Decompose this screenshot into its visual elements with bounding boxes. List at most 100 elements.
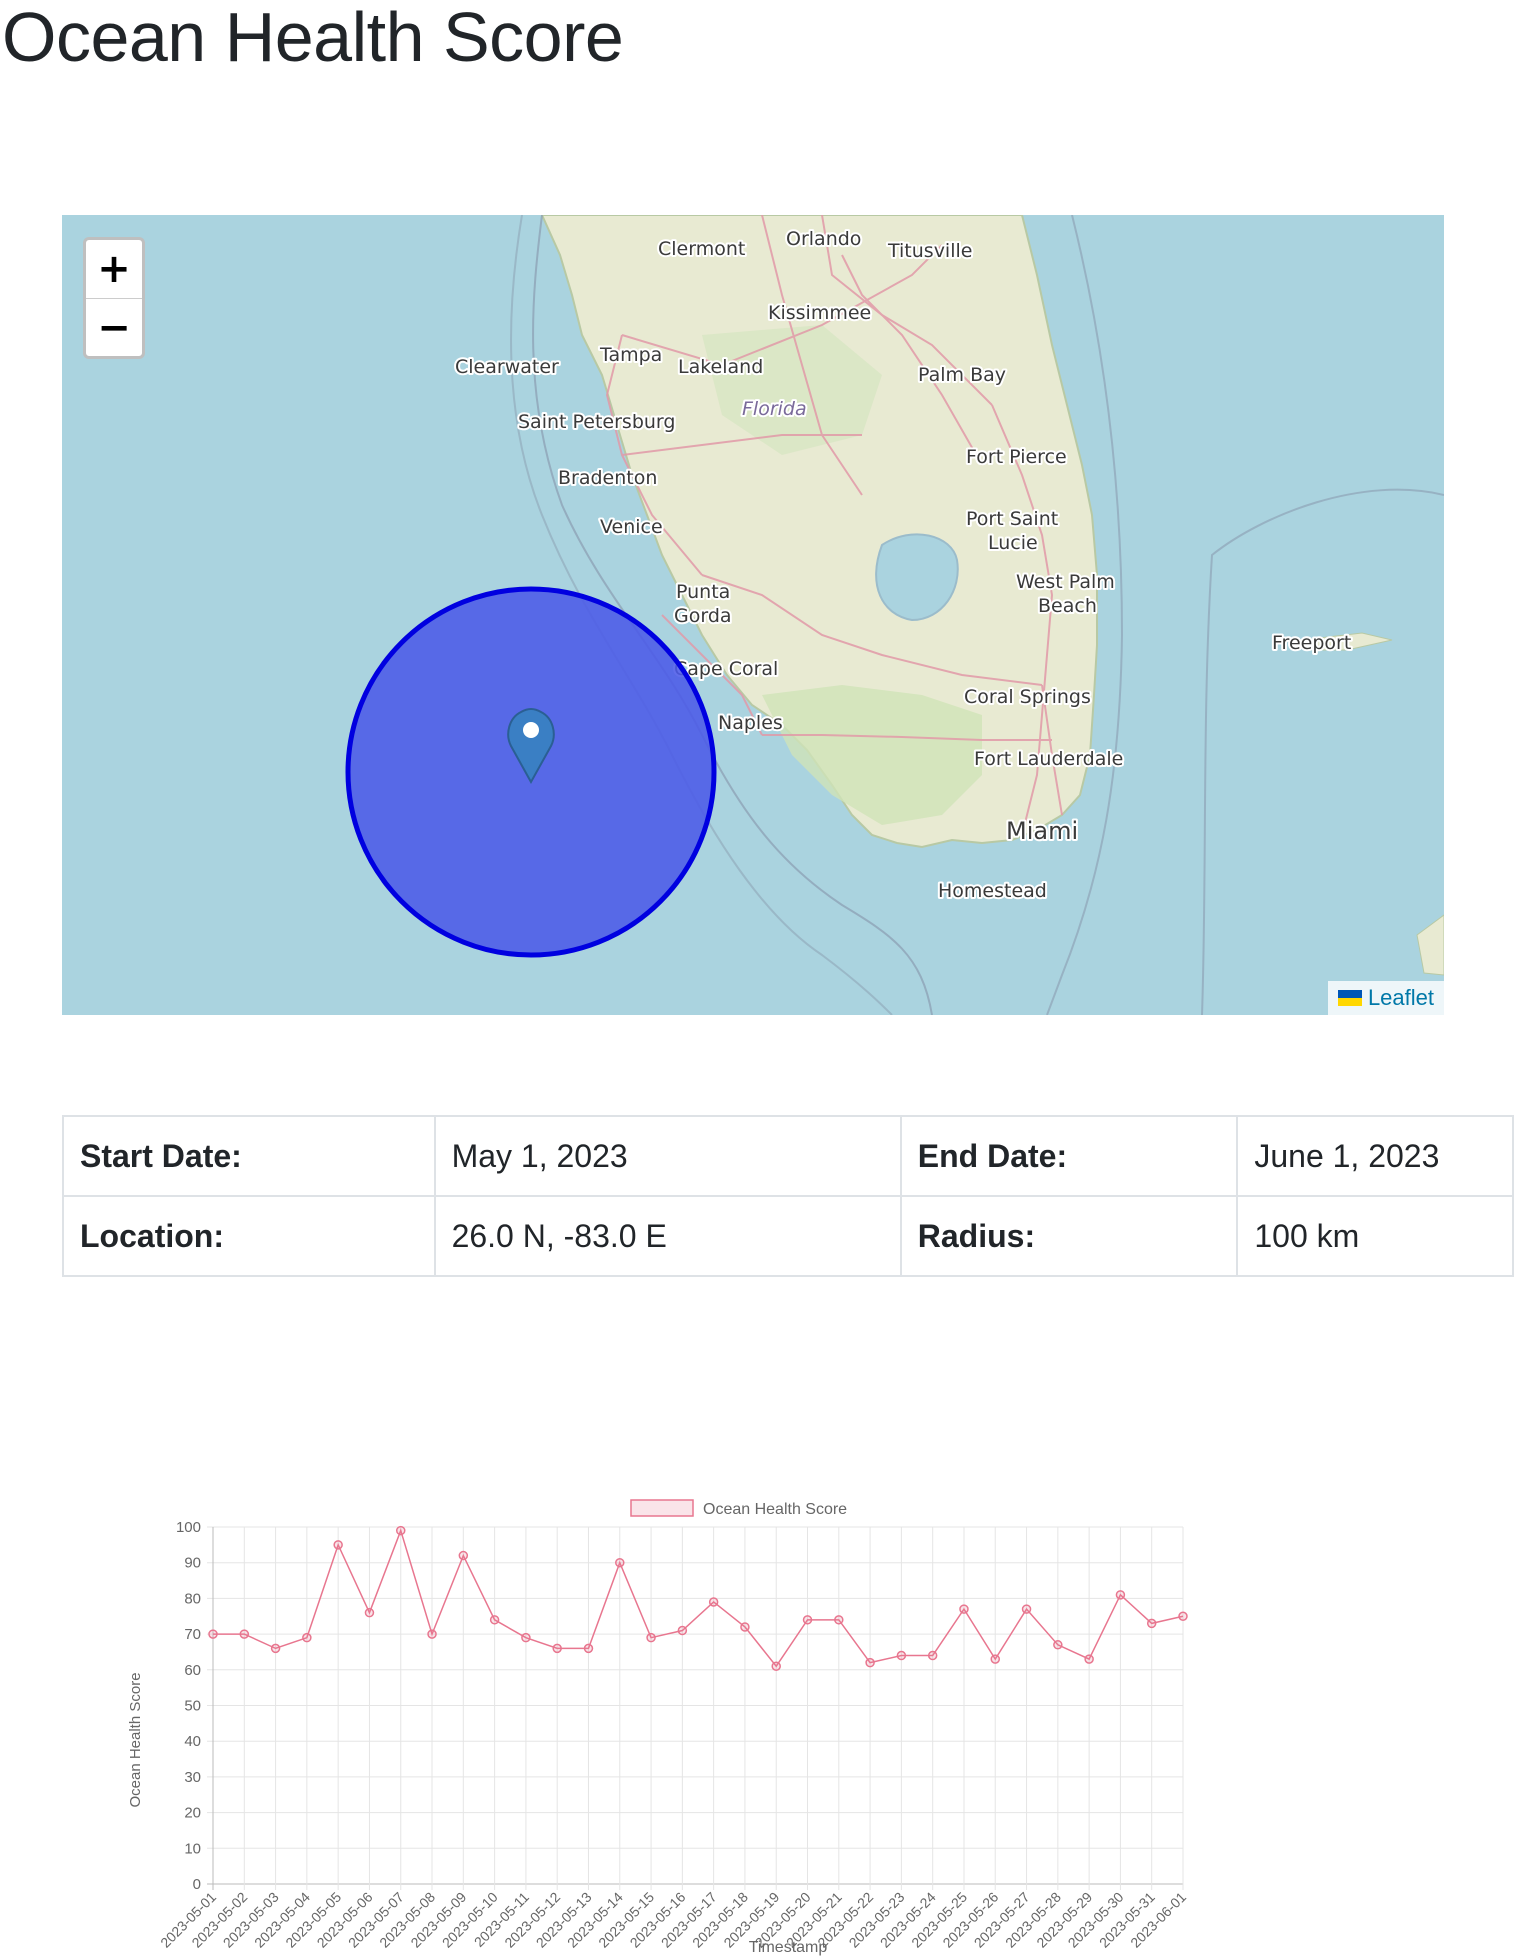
label-beach: Beach [1038,595,1097,617]
ocean-health-chart: 0 10 20 30 40 50 60 70 80 90 100 2023-05-012023-05… [127,1499,1189,1956]
data-point[interactable] [1178,1611,1188,1621]
data-point[interactable] [270,1643,281,1654]
data-point[interactable] [834,1615,844,1625]
label-punta: Punta [676,581,730,603]
start-date-label: Start Date: [62,1115,436,1197]
table-row: Start Date: May 1, 2023 End Date: June 1… [62,1115,1514,1197]
page-title: Ocean Health Score [2,0,624,76]
label-florida: Florida [742,398,807,420]
table-row: Location: 26.0 N, -83.0 E Radius: 100 km [62,1195,1514,1277]
y-axis-label: Ocean Health Score [127,1672,144,1807]
map-tiles[interactable]: Orlando Clermont Titusville Kissimmee Ta… [62,215,1444,1015]
data-point[interactable] [677,1625,688,1636]
data-point[interactable] [458,1550,469,1561]
label-clermont: Clermont [658,238,745,260]
data-point[interactable] [208,1629,218,1639]
map-attribution: Leaflet [1327,981,1444,1015]
label-freeport: Freeport [1272,632,1351,654]
data-point[interactable] [708,1597,719,1607]
data-point[interactable] [395,1525,406,1536]
label-venice: Venice [600,516,663,538]
y-tick-label: 60 [184,1662,201,1679]
data-point[interactable] [740,1622,750,1632]
radius-value: 100 km [1236,1195,1514,1277]
label-saint-petersburg: Saint Petersburg [518,411,675,433]
data-point[interactable] [771,1661,781,1671]
chart-grid [207,1526,1184,1890]
label-homestead: Homestead [938,880,1047,902]
label-lakeland: Lakeland [678,356,763,378]
info-table: Start Date: May 1, 2023 End Date: June 1… [62,1115,1514,1277]
zoom-out-button[interactable]: − [86,299,142,357]
label-fort-lauderdale: Fort Lauderdale [974,748,1123,770]
location-value: 26.0 N, -83.0 E [433,1195,902,1277]
data-point[interactable] [302,1632,312,1643]
everglades-area [762,685,982,825]
y-axis-ticks: 0 10 20 30 40 50 60 70 80 90 100 [176,1519,201,1893]
label-clearwater: Clearwater [455,356,559,378]
label-palm-bay: Palm Bay [918,364,1006,386]
data-point[interactable] [364,1607,375,1618]
data-point[interactable] [239,1629,250,1639]
data-point[interactable] [615,1557,625,1568]
label-bradenton: Bradenton [558,467,657,489]
label-orlando: Orlando [786,228,861,250]
data-point[interactable] [1053,1640,1063,1650]
label-lucie: Lucie [988,532,1038,554]
label-miami: Miami [1006,817,1078,845]
y-tick-label: 50 [184,1698,201,1715]
label-fort-pierce: Fort Pierce [966,446,1067,468]
data-point[interactable] [927,1650,938,1661]
data-point[interactable] [646,1632,656,1643]
label-port-saint: Port Saint [966,508,1058,530]
legend-label: Ocean Health Score [703,1501,847,1518]
y-tick-label: 10 [184,1840,201,1857]
data-point[interactable] [896,1650,907,1661]
data-point[interactable] [489,1615,500,1625]
label-west-palm: West Palm [1016,571,1115,593]
data-point[interactable] [1115,1590,1126,1600]
data-point[interactable] [802,1615,813,1625]
label-titusville: Titusville [887,240,972,262]
depth-contour [1201,488,1444,1015]
data-point[interactable] [990,1654,1001,1664]
bahamas-island [1416,914,1444,976]
leaflet-link[interactable]: Leaflet [1368,985,1434,1011]
zoom-in-button[interactable]: + [86,240,142,299]
data-point[interactable] [521,1632,531,1643]
x-axis-label: Timestamp [749,1939,828,1956]
x-axis-ticks: 2023-05-012023-05-022023-05-032023-05-04… [157,1889,1189,1951]
label-naples: Naples [718,712,783,734]
label-gorda: Gorda [674,605,732,627]
y-tick-label: 100 [176,1519,201,1536]
data-point[interactable] [333,1540,343,1550]
y-tick-label: 30 [184,1769,201,1786]
data-point[interactable] [959,1604,969,1614]
label-tampa: Tampa [599,344,662,366]
data-point[interactable] [583,1643,594,1654]
zoom-control: + − [83,237,145,359]
y-tick-label: 20 [184,1805,201,1822]
data-point[interactable] [1084,1654,1094,1664]
location-label: Location: [62,1195,436,1277]
data-point[interactable] [1146,1618,1157,1629]
start-date-value: May 1, 2023 [433,1115,902,1197]
data-point[interactable] [552,1643,562,1654]
radius-label: Radius: [899,1195,1239,1277]
y-tick-label: 40 [184,1733,201,1750]
legend-swatch [630,1499,694,1517]
ukraine-flag-icon [1337,990,1362,1006]
label-coral-springs: Coral Springs [964,686,1091,708]
data-point[interactable] [865,1657,875,1668]
label-kissimmee: Kissimmee [768,302,871,324]
end-date-label: End Date: [899,1115,1239,1197]
y-tick-label: 90 [184,1555,201,1572]
end-date-value: June 1, 2023 [1236,1115,1514,1197]
data-point[interactable] [1021,1604,1032,1614]
data-point[interactable] [427,1629,437,1639]
y-tick-label: 70 [184,1626,201,1643]
map[interactable]: Orlando Clermont Titusville Kissimmee Ta… [62,215,1444,1015]
y-tick-label: 0 [193,1876,201,1893]
y-tick-label: 80 [184,1590,201,1607]
chart-legend[interactable]: Ocean Health Score [630,1499,847,1518]
